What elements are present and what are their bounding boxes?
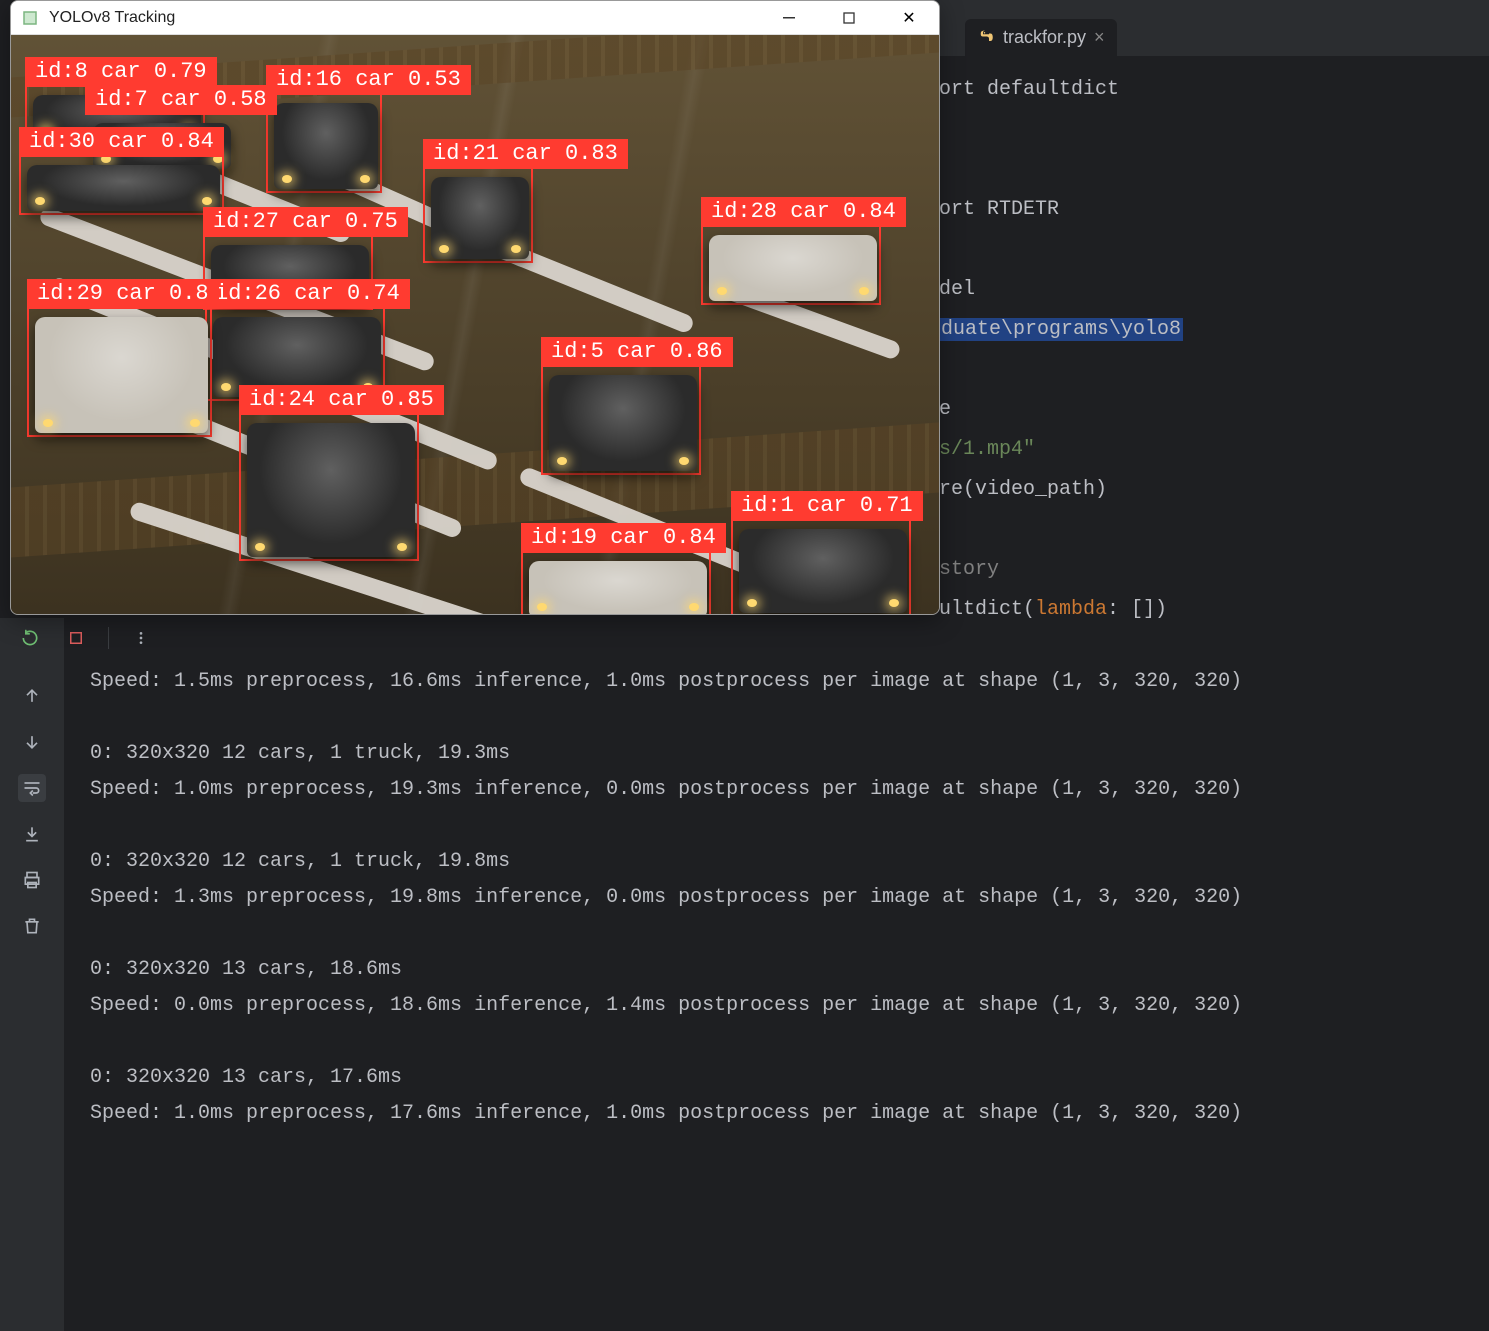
detection-label: id:8 car 0.79 (25, 57, 217, 87)
detection-box: id:21 car 0.83 (423, 167, 533, 263)
car-shape (549, 375, 697, 471)
detection-label: id:19 car 0.84 (521, 523, 726, 553)
car-shape (529, 561, 707, 614)
detection-label: id:24 car 0.85 (239, 385, 444, 415)
scroll-to-end-icon[interactable] (18, 820, 46, 848)
stop-button[interactable] (62, 624, 90, 652)
detection-label: id:5 car 0.86 (541, 337, 733, 367)
scroll-down-icon[interactable] (18, 728, 46, 756)
car-shape (431, 177, 529, 259)
minimize-button[interactable] (759, 1, 819, 35)
editor-area: trackfor.py × ort defaultdict ort RTDETR… (929, 0, 1489, 618)
window-title: YOLOv8 Tracking (49, 9, 759, 27)
detection-label: id:1 car 0.71 (731, 491, 923, 521)
close-icon: ✕ (902, 8, 915, 28)
detection-box: id:1 car 0.71 (731, 519, 911, 614)
detection-box: id:24 car 0.85 (239, 413, 419, 561)
scroll-up-icon[interactable] (18, 682, 46, 710)
car-shape (35, 317, 208, 433)
detection-box: id:16 car 0.53 (266, 93, 382, 193)
detection-label: id:27 car 0.75 (203, 207, 408, 237)
car-shape (247, 423, 415, 557)
editor-tab-bar: trackfor.py × (929, 0, 1489, 56)
console-output[interactable]: Speed: 1.5ms preprocess, 16.6ms inferenc… (64, 618, 1489, 1331)
tab-close-icon[interactable]: × (1094, 27, 1105, 48)
video-viewport: id:8 car 0.79 id:16 car 0.53id:7 car 0.58… (11, 35, 939, 614)
detection-box: id:19 car 0.84 (521, 551, 711, 614)
maximize-button[interactable] (819, 1, 879, 35)
car-shape (709, 235, 877, 301)
detection-label: id:26 car 0.74 (205, 279, 410, 309)
car-shape (739, 529, 907, 613)
detection-label: id:30 car 0.84 (19, 127, 224, 157)
detection-label: id:29 car 0.8 (27, 279, 219, 309)
detection-label: id:7 car 0.58 (85, 85, 277, 115)
console-gutter (0, 618, 64, 1331)
rerun-button[interactable] (16, 624, 44, 652)
tab-trackfor[interactable]: trackfor.py × (965, 19, 1117, 56)
detection-label: id:21 car 0.83 (423, 139, 628, 169)
detection-box: id:28 car 0.84 (701, 225, 881, 305)
detection-label: id:28 car 0.84 (701, 197, 906, 227)
detection-label: id:16 car 0.53 (266, 65, 471, 95)
print-icon[interactable] (18, 866, 46, 894)
console-toolbar (16, 624, 155, 652)
yolov8-window: YOLOv8 Tracking ✕ id:8 car 0.79 id:16 car… (10, 0, 940, 615)
code-editor[interactable]: ort defaultdict ort RTDETR delduate\prog… (929, 56, 1489, 640)
title-bar[interactable]: YOLOv8 Tracking ✕ (11, 1, 939, 35)
console-panel: Speed: 1.5ms preprocess, 16.6ms inferenc… (0, 618, 1489, 1331)
soft-wrap-icon[interactable] (18, 774, 46, 802)
tab-filename: trackfor.py (1003, 27, 1086, 48)
trash-icon[interactable] (18, 912, 46, 940)
python-icon (977, 29, 995, 47)
detection-box: id:30 car 0.84 (19, 155, 224, 215)
app-icon (17, 5, 43, 31)
car-shape (274, 103, 378, 189)
close-button[interactable]: ✕ (879, 1, 939, 35)
detection-box: id:29 car 0.8 (27, 307, 212, 437)
detection-box: id:5 car 0.86 (541, 365, 701, 475)
kebab-icon[interactable] (127, 624, 155, 652)
car-shape (27, 165, 220, 211)
